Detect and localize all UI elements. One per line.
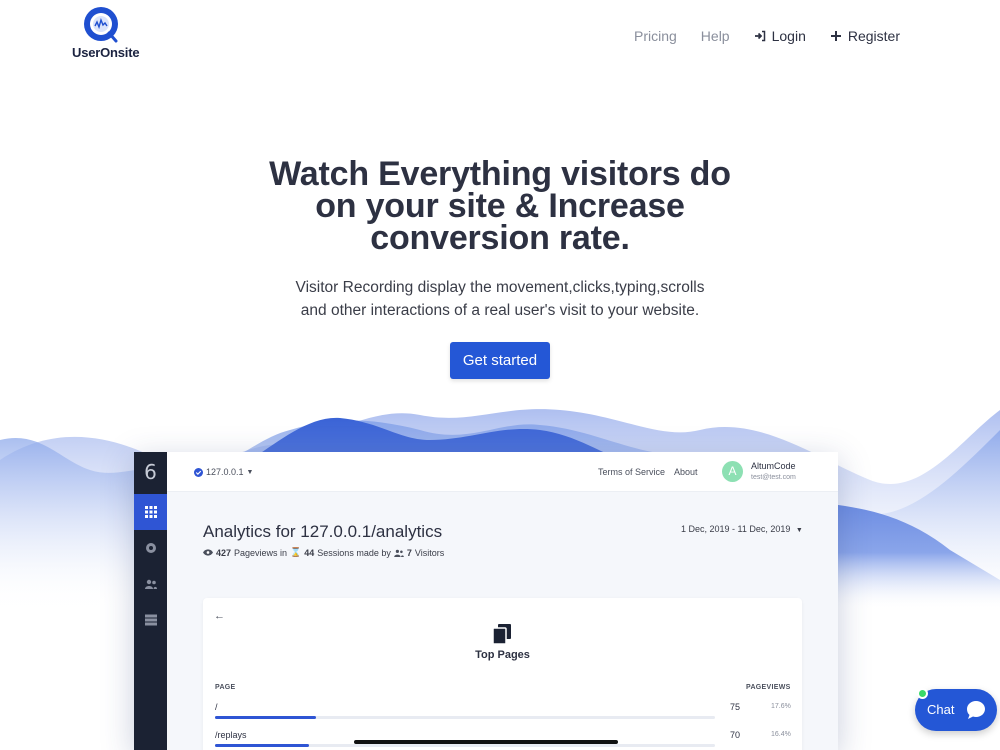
column-header-pageviews: PAGEVIEWS <box>746 684 791 691</box>
row-percent: 16.4% <box>771 731 791 738</box>
table-row[interactable]: / 75 17.6% <box>215 702 792 726</box>
nav-pricing-link[interactable]: Pricing <box>634 28 677 44</box>
top-nav: Pricing Help Login Register <box>634 28 900 44</box>
sidebar-item-users[interactable] <box>134 566 167 602</box>
hero-title: Watch Everything visitors do on your sit… <box>269 155 731 257</box>
row-percent: 17.6% <box>771 703 791 710</box>
eye-icon <box>203 549 213 556</box>
chat-widget-button[interactable]: Chat <box>915 688 997 731</box>
row-progress-track <box>215 716 715 719</box>
row-path: /replays <box>215 730 247 740</box>
dashboard-preview: 6 127.0.0.1 ▼ Terms of Service About A A… <box>134 452 838 750</box>
nav-register-label: Register <box>847 28 900 44</box>
get-started-button[interactable]: Get started <box>449 342 551 379</box>
grid-icon <box>144 506 157 518</box>
card-title: Top Pages <box>475 649 530 661</box>
sidebar-item-recordings[interactable] <box>134 530 167 566</box>
analytics-title: Analytics for 127.0.0.1/analytics <box>203 522 443 541</box>
row-count: 75 <box>730 702 741 712</box>
record-icon <box>145 543 156 553</box>
nav-register-link[interactable]: Register <box>830 28 900 44</box>
hero-subtitle: Visitor Recording display the movement,c… <box>295 279 705 319</box>
nav-help-label: Help <box>700 28 730 44</box>
hero-section: Watch Everything visitors do on your sit… <box>0 155 1000 379</box>
app-top-links: Terms of Service About <box>598 467 698 477</box>
row-progress-fill <box>215 744 309 747</box>
row-progress-track <box>215 744 715 747</box>
chevron-down-icon: ▼ <box>795 527 803 534</box>
chat-label: Chat <box>927 702 955 717</box>
hourglass-icon: ⌛ <box>290 547 302 557</box>
sidebar-item-dashboard[interactable] <box>134 494 167 530</box>
chevron-down-icon: ▼ <box>246 468 254 476</box>
row-progress-fill <box>215 716 316 719</box>
app-topbar: 127.0.0.1 ▼ Terms of Service About A Alt… <box>167 452 838 492</box>
date-range-picker[interactable]: 1 Dec, 2019 - 11 Dec, 2019 ▼ <box>681 524 803 534</box>
sessions-count: 44 <box>304 547 315 558</box>
column-header-page: PAGE <box>215 684 236 691</box>
online-status-dot <box>917 688 928 699</box>
pageviews-label: Pageviews in <box>234 547 288 558</box>
brand-name: UserOnsite <box>72 45 140 60</box>
server-icon <box>144 614 157 626</box>
users-small-icon <box>394 549 404 557</box>
date-range-label: 1 Dec, 2019 - 11 Dec, 2019 <box>681 524 791 534</box>
row-count: 70 <box>730 730 741 740</box>
chat-bubble-icon <box>967 701 985 719</box>
nav-login-label: Login <box>771 28 806 44</box>
plus-icon <box>830 31 841 41</box>
sessions-label: Sessions made by <box>317 547 391 558</box>
app-sidebar: 6 <box>134 452 167 750</box>
top-pages-card: ← Top Pages PAGE PAGEVIEWS / 75 17.6% /r… <box>203 598 802 750</box>
terms-link[interactable]: Terms of Service <box>598 467 665 477</box>
magnifier-logo-icon <box>84 7 118 43</box>
horizontal-scrollbar[interactable] <box>354 740 618 744</box>
pageviews-count: 427 <box>216 547 232 558</box>
app-brand-mark: 6 <box>144 460 157 484</box>
back-arrow-icon[interactable]: ← <box>214 610 225 622</box>
nav-help-link[interactable]: Help <box>701 28 730 44</box>
site-selector-label: 127.0.0.1 <box>206 467 244 477</box>
site-header: UserOnsite Pricing Help Login Register <box>0 0 1000 70</box>
documents-icon <box>493 624 511 644</box>
user-name: AltumCode <box>751 461 796 471</box>
brand-logo[interactable]: UserOnsite <box>72 6 140 62</box>
visitors-count: 7 <box>406 547 412 558</box>
about-link[interactable]: About <box>674 467 698 477</box>
site-selector[interactable]: 127.0.0.1 ▼ <box>194 467 253 477</box>
check-circle-icon <box>194 467 203 477</box>
analytics-stats: 427 Pageviews in ⌛ 44 Sessions made by 7… <box>203 547 444 558</box>
row-path: / <box>215 702 218 712</box>
visitors-label: Visitors <box>414 547 445 558</box>
user-email: test@test.com <box>751 474 796 481</box>
nav-pricing-label: Pricing <box>634 28 677 44</box>
sidebar-item-servers[interactable] <box>134 602 167 638</box>
nav-login-link[interactable]: Login <box>754 28 806 44</box>
avatar[interactable]: A <box>722 461 743 482</box>
sign-in-icon <box>754 30 765 42</box>
users-icon <box>144 579 157 589</box>
